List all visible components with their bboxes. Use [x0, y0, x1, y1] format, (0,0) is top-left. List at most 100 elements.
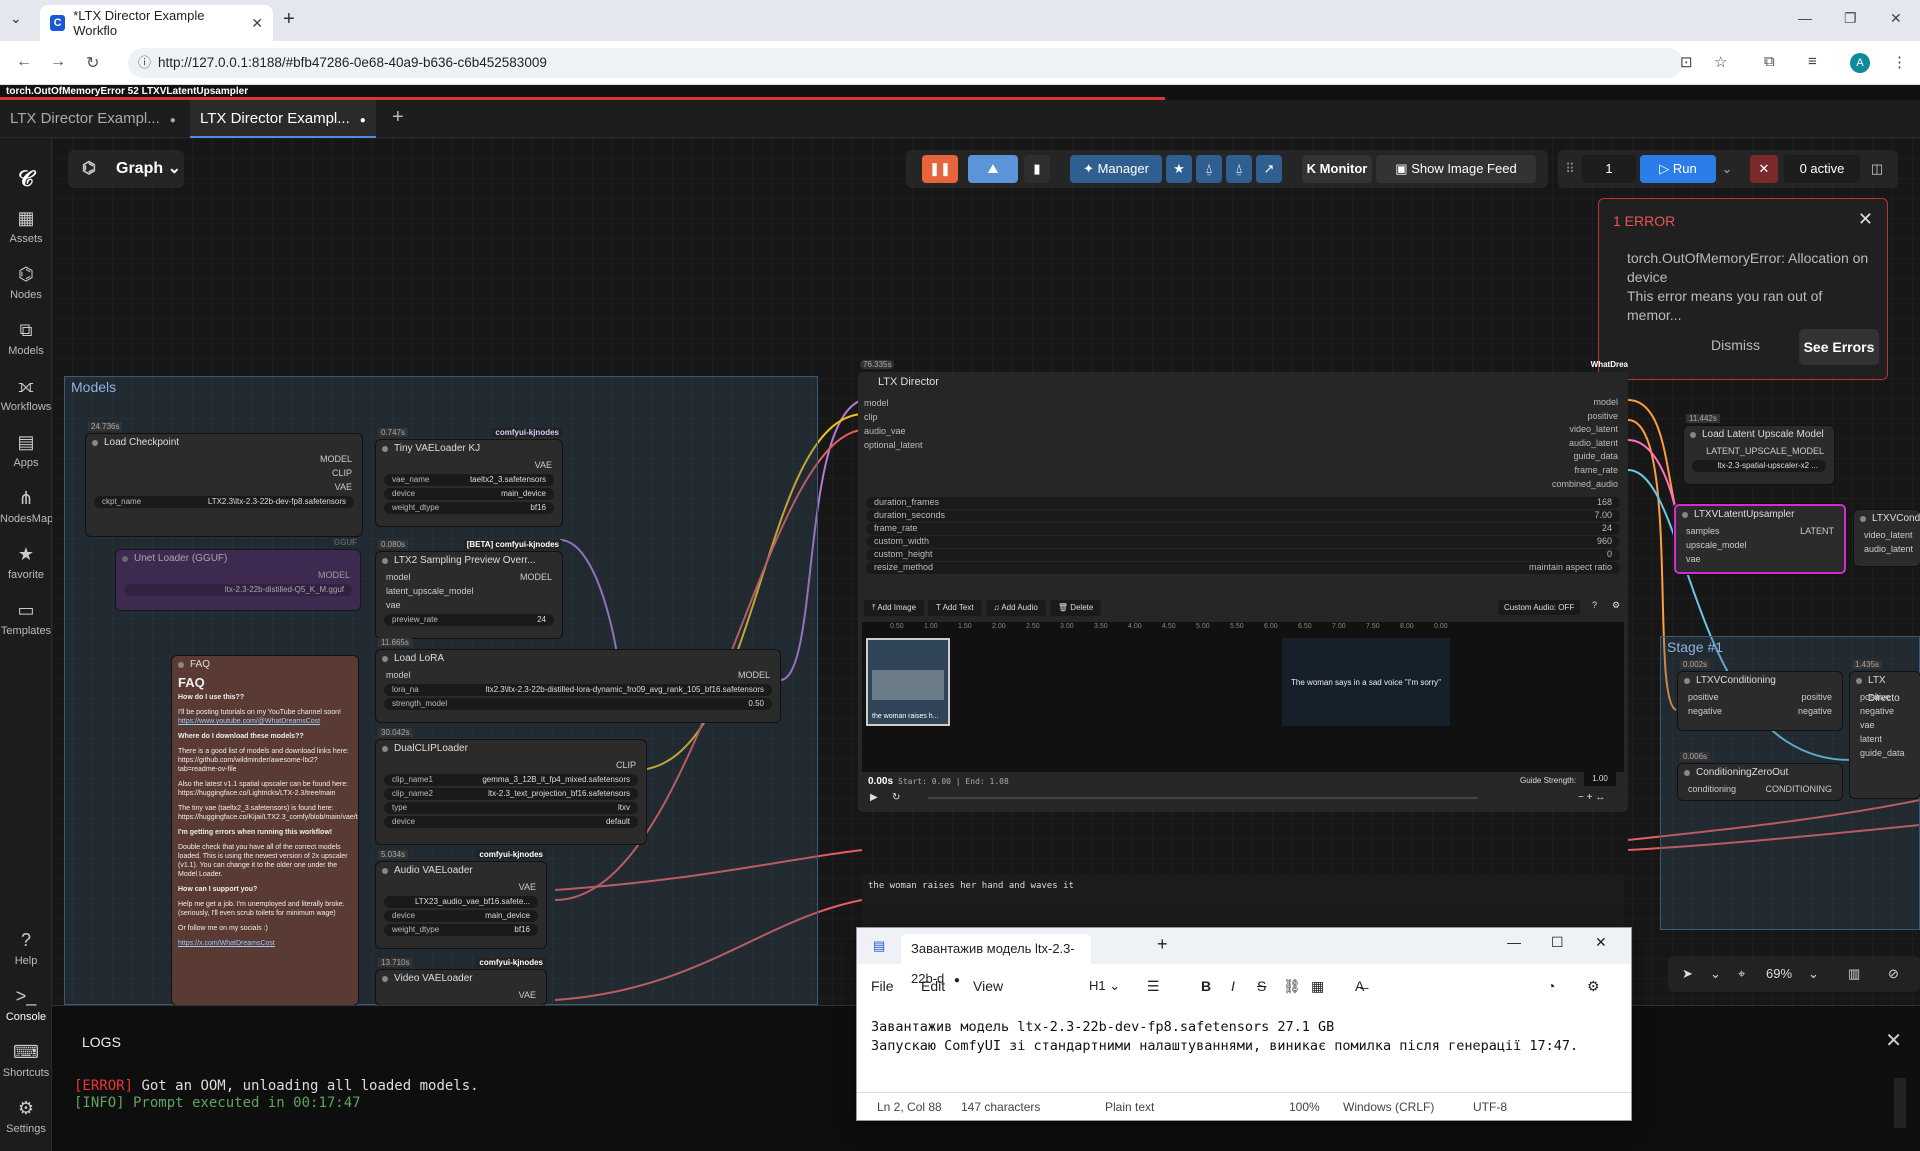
conditioning-row[interactable]: conditioning CONDITIONING [1678, 782, 1842, 796]
copilot-icon[interactable]: ◔ [1547, 978, 1555, 994]
conditioning-negative-row[interactable]: negative negative [1678, 704, 1842, 718]
latent-upsampler-node[interactable]: LTXVLatentUpsampler samples LATENT upscal… [1674, 504, 1846, 574]
italic-icon[interactable]: I [1231, 978, 1235, 994]
heading-dropdown[interactable]: H1 ⌄ [1089, 978, 1120, 994]
workflow-tab-2[interactable]: LTX Director Exampl... ● [190, 100, 376, 138]
run-button[interactable]: ▷ Run [1640, 155, 1716, 183]
manager-button[interactable]: ✦ Manager [1070, 155, 1162, 183]
input-latent[interactable]: latent [1850, 732, 1920, 746]
weight-dtype-widget[interactable]: weight_dtype bf16 [384, 502, 554, 514]
bold-icon[interactable]: B [1201, 978, 1211, 994]
logs-scrollbar[interactable] [1894, 1078, 1906, 1128]
scrubber-track[interactable] [928, 797, 1478, 799]
input-video-latent[interactable]: video_latent [1854, 528, 1920, 542]
batch-count-input[interactable]: 1 [1582, 155, 1636, 183]
timeline[interactable]: 0.50 1.00 1.50 2.00 2.50 3.00 3.50 4.00 4.50 5.00… [862, 622, 1624, 772]
sidebar-item-workflows[interactable]: ⟗ Workflows [0, 376, 52, 413]
frame-rate-widget[interactable]: frame_rate 24 [866, 523, 1620, 535]
custom-width-widget[interactable]: custom_width 960 [866, 536, 1620, 548]
workflow-tab-1[interactable]: LTX Director Exampl... ● [0, 100, 186, 138]
sidebar-item-settings[interactable]: ⚙ Settings [0, 1098, 52, 1135]
ltx-directo-node[interactable]: 1.435s LTX Directo positive negative vae… [1850, 660, 1920, 798]
guide-strength-input[interactable]: 1.00 [1584, 772, 1616, 786]
clip-device-widget[interactable]: device default [384, 816, 638, 828]
tool-dropdown-icon[interactable]: ⌄ [1710, 966, 1721, 982]
preview-rate-widget[interactable]: preview_rate 24 [384, 614, 554, 626]
ltx-director-node[interactable]: 76.335s WhatDrea LTX Director model clip… [858, 360, 1628, 812]
close-window-icon[interactable]: ✕ [1890, 10, 1902, 27]
minimap-icon[interactable]: ▥ [1848, 966, 1860, 982]
resize-method-widget[interactable]: resize_method maintain aspect ratio [866, 562, 1620, 574]
audio-vae-loader-node[interactable]: 5.034s comfyui-kjnodes Audio VAELoader V… [376, 850, 546, 948]
close-icon[interactable]: ✕ [1858, 209, 1873, 230]
faq-note-node[interactable]: FAQ FAQ How do I use this?? I'll be post… [172, 656, 358, 1005]
play-button[interactable]: ▶ [870, 792, 878, 803]
menu-view[interactable]: View [973, 978, 1003, 994]
forward-icon[interactable]: → [50, 53, 66, 71]
ltxv-cond-node[interactable]: LTXVCond video_latent audio_latent [1854, 510, 1920, 566]
input-vae[interactable]: vae [1850, 718, 1920, 732]
input-vae[interactable]: vae [1676, 552, 1844, 566]
extensions-icon[interactable]: ⧉ [1764, 53, 1775, 70]
load-latent-upscale-node[interactable]: 11.442s Load Latent Upscale Model LATENT… [1684, 414, 1834, 484]
ltxv-conditioning-node[interactable]: 0.002s LTXVConditioning positive positive… [1678, 660, 1842, 730]
help-icon[interactable]: ? [1592, 600, 1597, 610]
audio-device-widget[interactable]: device main_device [384, 910, 538, 922]
input-negative[interactable]: negative [1850, 704, 1920, 718]
sampling-preview-node[interactable]: 0.080s [BETA] comfyui-kjnodes LTX2 Sampl… [376, 540, 562, 638]
input-latent-upscale-model[interactable]: latent_upscale_model [376, 584, 562, 598]
custom-height-widget[interactable]: custom_height 0 [866, 549, 1620, 561]
clip-name1-widget[interactable]: clip_name1 gemma_3_12B_it_fp4_mixed.safet… [384, 774, 638, 786]
unet-loader-node[interactable]: GGUF Unet Loader (GGUF) MODEL ltx-2.3-22… [116, 538, 360, 610]
upscale-model-widget[interactable]: ltx-2.3-spatial-upscaler-x2 ... [1692, 460, 1826, 472]
notepad-tab[interactable]: Завантажив модель ltx-2.3-22b-d ● [901, 934, 1091, 986]
queue-active-button[interactable]: 0 active [1784, 155, 1860, 183]
new-tab-button[interactable]: + [283, 8, 295, 31]
select-tool-icon[interactable]: ➤ [1682, 966, 1693, 982]
input-guide-data[interactable]: guide_data [1850, 746, 1920, 760]
star-button-icon[interactable]: ★ [1166, 155, 1192, 183]
site-info-icon[interactable]: ⓘ [138, 48, 151, 78]
input-clip[interactable]: clip [864, 410, 923, 424]
comfy-logo-icon[interactable]: 𝒞 [18, 166, 34, 192]
output-vae[interactable]: VAE [376, 458, 562, 472]
input-positive[interactable]: positive [1850, 690, 1920, 704]
output-audio-latent[interactable]: audio_latent [1552, 437, 1618, 451]
restore-icon[interactable]: ❐ [1844, 10, 1857, 27]
sidebar-item-nodesmap[interactable]: ⋔ NodesMap [0, 488, 53, 525]
duration-seconds-widget[interactable]: duration_seconds 7.00 [866, 510, 1620, 522]
output-model[interactable]: model [1552, 396, 1618, 410]
output-vae[interactable]: VAE [86, 480, 362, 494]
notepad-settings-icon[interactable]: ⚙ [1587, 978, 1600, 995]
lora-name-widget[interactable]: lora_na ltx2.3\ltx-2.3-22b-distilled-lora… [384, 684, 772, 696]
output-model[interactable]: MODEL [116, 568, 360, 582]
input-audio-vae[interactable]: audio_vae [864, 424, 923, 438]
new-note-tab-button[interactable]: + [1157, 934, 1168, 955]
tool-a-icon[interactable]: ⍙ [1196, 155, 1222, 183]
output-positive[interactable]: positive [1552, 410, 1618, 424]
reload-icon[interactable]: ↻ [86, 53, 99, 73]
text-segment[interactable]: The woman says in a sad voice "I'm sorry… [1282, 638, 1450, 726]
sidebar-item-favorite[interactable]: ★ favorite [0, 544, 52, 581]
close-logs-icon[interactable]: ✕ [1885, 1028, 1902, 1053]
clip-name2-widget[interactable]: clip_name2 ltx-2.3_text_projection_bf16.s… [384, 788, 638, 800]
output-video-latent[interactable]: video_latent [1552, 423, 1618, 437]
output-vae[interactable]: VAE [376, 988, 546, 1002]
sidebar-item-templates[interactable]: ▭ Templates [0, 600, 52, 637]
graph-mode-button[interactable]: ⌬ Graph ⌄ [68, 150, 184, 188]
table-icon[interactable]: ▦ [1311, 978, 1324, 995]
faq-link[interactable]: https://x.com/WhatDreamsCost [178, 939, 352, 948]
browser-menu-icon[interactable]: ⋮ [1892, 53, 1907, 71]
sidebar-item-assets[interactable]: ▦ Assets [0, 208, 52, 245]
link-visibility-icon[interactable]: ⊘ [1888, 966, 1899, 982]
add-audio-button[interactable]: ♫ Add Audio [985, 600, 1046, 616]
output-guide-data[interactable]: guide_data [1552, 450, 1618, 464]
type-widget[interactable]: type ltxv [384, 802, 638, 814]
conditioning-positive-row[interactable]: positive positive [1678, 690, 1842, 704]
notepad-text[interactable]: Завантажив модель ltx-2.3-22b-dev-fp8.sa… [871, 1018, 1578, 1056]
add-image-button[interactable]: ⤒ Add Image [864, 600, 925, 616]
clear-format-icon[interactable]: A̶ [1355, 978, 1364, 994]
see-errors-button[interactable]: See Errors [1799, 329, 1879, 365]
ckpt-name-widget[interactable]: ckpt_name LTX2.3\ltx-2.3-22b-dev-fp8.safe… [94, 496, 354, 508]
comfy-icon[interactable]: ⛰ [968, 155, 1018, 183]
